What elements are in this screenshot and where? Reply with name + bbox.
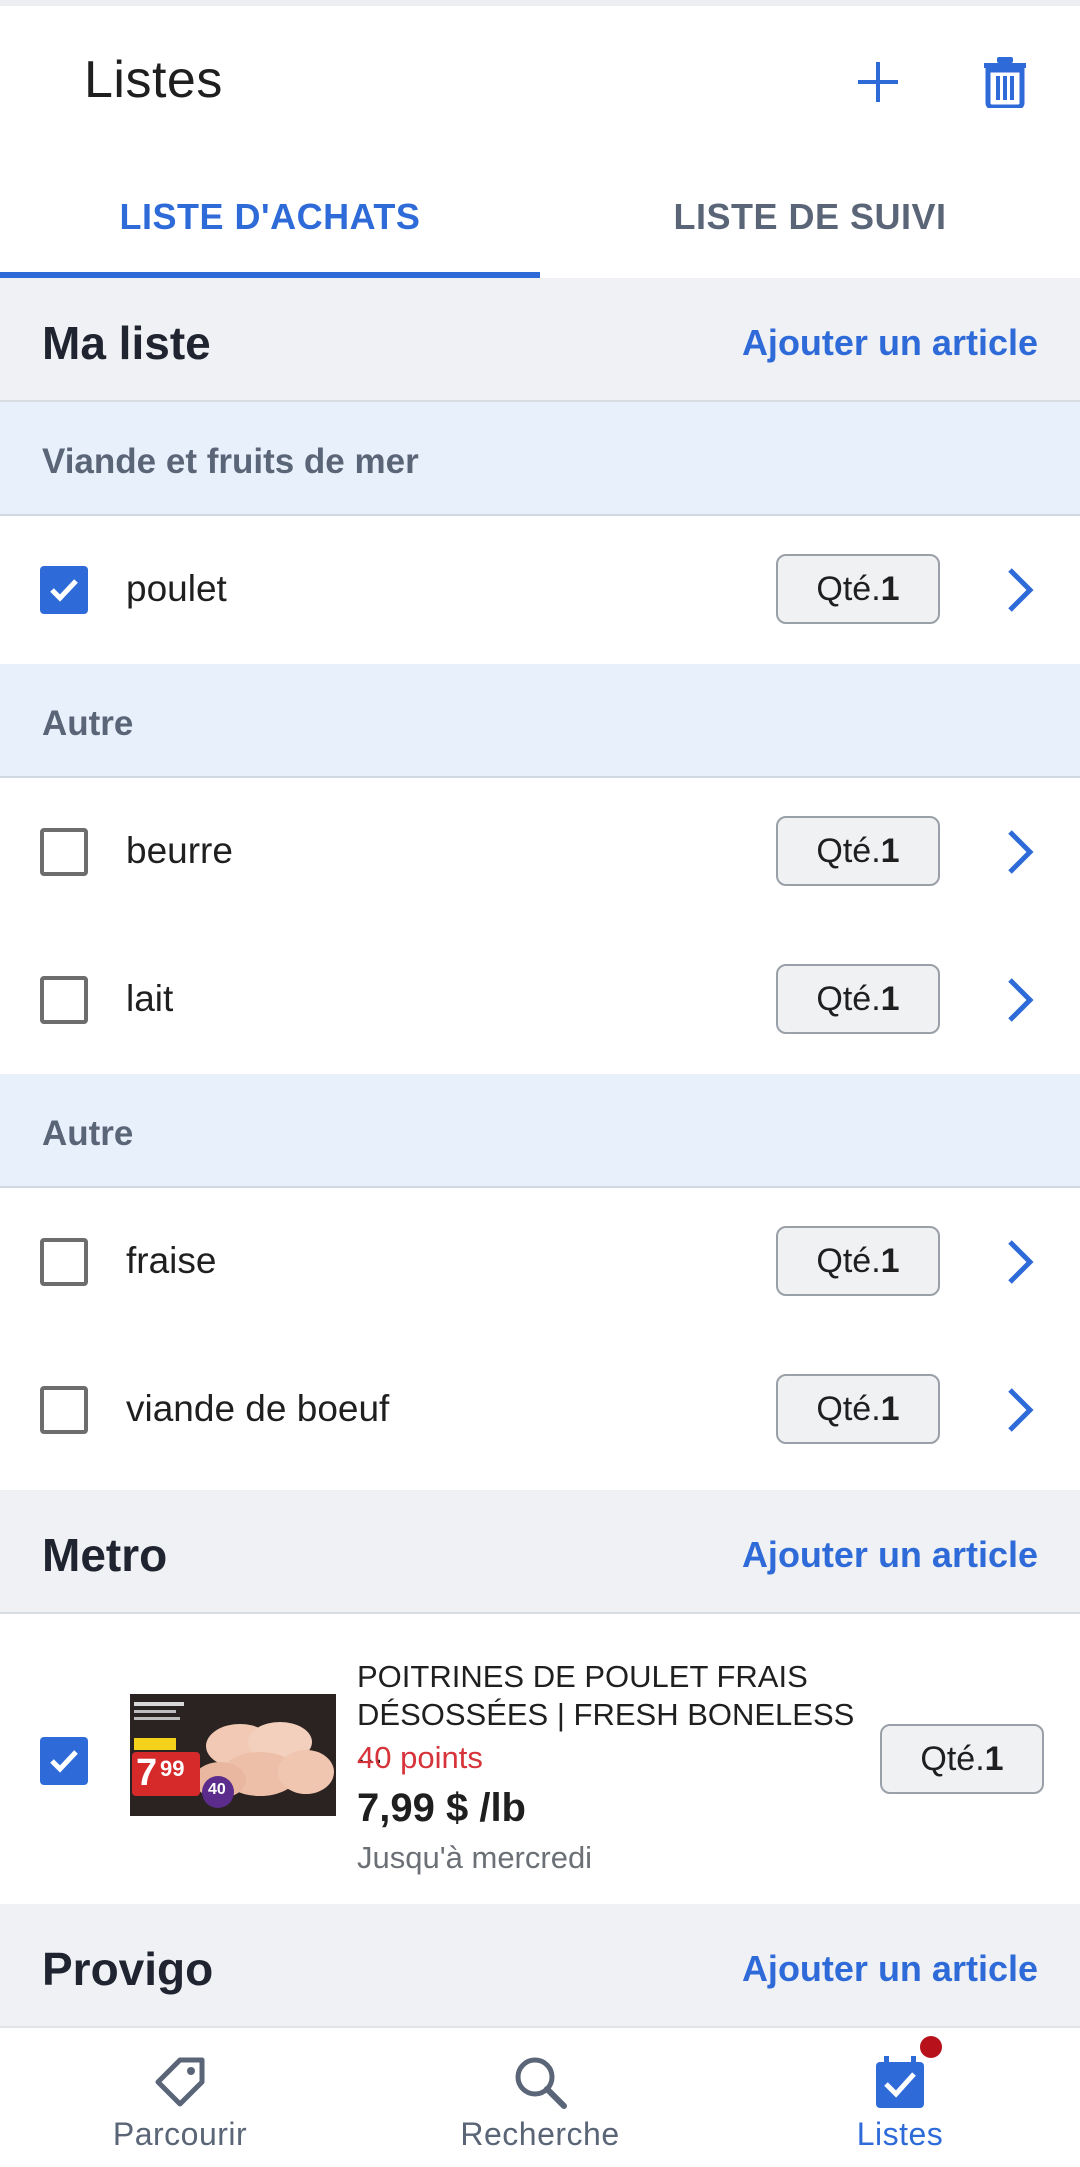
qty-prefix: Qté. [816,569,881,608]
list-item[interactable]: viande de boeuf Qté. 1 [0,1336,1080,1484]
chevron-right-icon[interactable] [1000,976,1040,1024]
section-header: Metro Ajouter un article [0,1490,1080,1614]
delete-list-button[interactable] [969,46,1041,118]
category-header: Autre [0,1074,1080,1188]
list-item[interactable]: beurre Qté. 1 [0,778,1080,926]
quantity-button[interactable]: Qté. 1 [776,816,940,886]
section-header: Ma liste Ajouter un article [0,278,1080,402]
chicken-flyer-image [130,1694,336,1816]
category-header: Autre [0,664,1080,778]
chevron-right-icon[interactable] [1000,1238,1040,1286]
trash-icon [984,57,1026,108]
add-item-link[interactable]: Ajouter un article [742,322,1038,364]
chevron-right-icon[interactable] [1000,566,1040,614]
provigo-section: Provigo Ajouter un article [0,1904,1080,2028]
product-item[interactable]: 7 99 40 POITRINES DE POULET FRAIS DÉSOSS… [0,1614,1080,1904]
section-title: Metro [42,1529,168,1581]
section-title: Provigo [42,1943,214,1995]
qty-value: 1 [880,979,900,1018]
quantity-button[interactable]: Qté. 1 [880,1724,1044,1794]
item-label: beurre [126,830,233,871]
item-checkbox[interactable] [40,1737,88,1785]
tag-icon [155,2057,205,2107]
product-price: 7,99 $ /lb [357,1786,526,1830]
add-list-button[interactable] [842,46,914,118]
my-list-section: Ma liste Ajouter un article Viande et fr… [0,278,1080,1484]
section-header: Provigo Ajouter un article [0,1904,1080,2028]
item-label: poulet [126,568,227,609]
qty-prefix: Qté. [816,1241,881,1280]
product-points: 40 points [357,1740,483,1775]
checkmark-icon [50,1750,78,1773]
item-checkbox[interactable] [40,976,88,1024]
notification-badge [920,2036,942,2058]
qty-prefix: Qté. [816,1389,881,1428]
category-title: Autre [42,704,134,743]
item-label: fraise [126,1240,217,1281]
add-item-link[interactable]: Ajouter un article [742,1534,1038,1576]
nav-search[interactable]: Recherche [360,2028,720,2167]
qty-prefix: Qté. [816,979,881,1018]
list-item[interactable]: fraise Qté. 1 [0,1188,1080,1336]
nav-browse[interactable]: Parcourir [0,2028,360,2167]
item-checkbox[interactable] [40,1386,88,1434]
qty-value: 1 [880,1241,900,1280]
nav-label: Parcourir [112,2116,248,2152]
qty-value: 1 [880,831,900,870]
item-label: lait [126,978,174,1019]
metro-section: Metro Ajouter un article 7 99 40 POITRIN… [0,1490,1080,1904]
quantity-button[interactable]: Qté. 1 [776,1374,940,1444]
product-image: 7 99 40 [130,1694,336,1816]
add-item-link[interactable]: Ajouter un article [742,1948,1038,1990]
checkmark-icon [50,579,78,602]
list-item[interactable]: lait Qté. 1 [0,926,1080,1074]
item-checkbox[interactable] [40,566,88,614]
category-title: Autre [42,1114,134,1153]
item-checkbox[interactable] [40,1238,88,1286]
qty-value: 1 [984,1739,1004,1778]
thumb-cents: 99 [160,1756,185,1781]
item-label: viande de boeuf [126,1388,390,1429]
qty-value: 1 [880,1389,900,1428]
quantity-button[interactable]: Qté. 1 [776,1226,940,1296]
section-title: Ma liste [42,317,211,369]
category-title: Viande et fruits de mer [42,442,419,481]
tab-watch-list[interactable]: LISTE DE SUIVI [540,156,1080,278]
offer-validity: Jusqu'à mercredi [357,1840,593,1875]
thumb-points-badge: 40 [208,1781,226,1798]
nav-label: Recherche [460,2116,620,2152]
qty-prefix: Qté. [920,1739,985,1778]
category-header: Viande et fruits de mer [0,402,1080,516]
item-checkbox[interactable] [40,828,88,876]
bottom-navigation: Parcourir Recherche Listes [0,2026,1080,2167]
search-icon [515,2057,567,2109]
nav-label: Listes [856,2116,944,2152]
app-bar: Listes [0,6,1080,156]
thumb-price: 7 [136,1752,158,1794]
tab-shopping-list[interactable]: LISTE D'ACHATS [0,156,540,278]
list-tabs: LISTE D'ACHATS LISTE DE SUIVI [0,156,1080,280]
page-title: Listes [84,51,223,109]
qty-prefix: Qté. [816,831,881,870]
list-item[interactable]: poulet Qté. 1 [0,516,1080,664]
nav-lists[interactable]: Listes [720,2028,1080,2167]
plus-icon [858,62,898,102]
quantity-button[interactable]: Qté. 1 [776,964,940,1034]
qty-value: 1 [880,569,900,608]
list-check-icon [876,2056,924,2108]
quantity-button[interactable]: Qté. 1 [776,554,940,624]
chevron-right-icon[interactable] [1000,1386,1040,1434]
chevron-right-icon[interactable] [1000,828,1040,876]
